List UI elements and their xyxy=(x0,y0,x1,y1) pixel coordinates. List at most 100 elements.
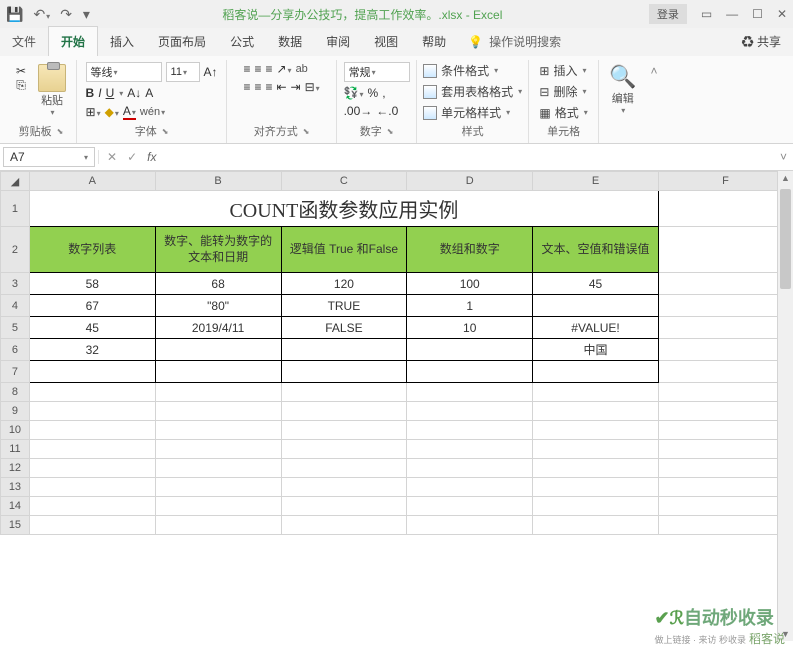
table-header[interactable]: 逻辑值 True 和False xyxy=(281,227,407,273)
row-header[interactable]: 4 xyxy=(1,295,30,317)
dialog-launcher-icon[interactable]: ⬊ xyxy=(162,127,169,136)
cell[interactable] xyxy=(533,402,659,421)
cell[interactable] xyxy=(658,191,792,227)
cell[interactable] xyxy=(155,497,281,516)
collapse-ribbon-icon[interactable]: ˄ xyxy=(647,60,662,82)
align-center-icon[interactable]: ≡ xyxy=(254,80,261,94)
cell[interactable] xyxy=(281,421,407,440)
sheet-title[interactable]: COUNT函数参数应用实例 xyxy=(29,191,658,227)
cell[interactable] xyxy=(658,516,792,535)
number-format-select[interactable]: 常规▾ xyxy=(344,62,410,82)
cell[interactable] xyxy=(155,402,281,421)
table-header[interactable]: 数字列表 xyxy=(29,227,155,273)
cell[interactable] xyxy=(533,361,659,383)
cell[interactable] xyxy=(29,383,155,402)
editing-button[interactable]: 🔍 编辑 ▾ xyxy=(605,62,640,117)
row-header[interactable]: 8 xyxy=(1,383,30,402)
dialog-launcher-icon[interactable]: ⬊ xyxy=(303,127,310,136)
cell[interactable]: 2019/4/11 xyxy=(155,317,281,339)
cell[interactable] xyxy=(407,402,533,421)
cell[interactable] xyxy=(407,383,533,402)
row-header[interactable]: 3 xyxy=(1,273,30,295)
cell[interactable] xyxy=(658,497,792,516)
font-name-select[interactable]: 等线▾ xyxy=(86,62,162,82)
table-header[interactable]: 文本、空值和错误值 xyxy=(533,227,659,273)
scroll-down-icon[interactable]: ▼ xyxy=(778,629,793,639)
cell[interactable] xyxy=(407,459,533,478)
row-header[interactable]: 13 xyxy=(1,478,30,497)
phonetic-button[interactable]: wén▾ xyxy=(140,106,165,118)
redo-icon[interactable]: ↷ xyxy=(60,6,72,23)
wrap-text-button[interactable]: ab xyxy=(296,63,308,75)
cell[interactable] xyxy=(533,478,659,497)
table-header[interactable]: 数组和数字 xyxy=(407,227,533,273)
row-header[interactable]: 9 xyxy=(1,402,30,421)
formula-bar[interactable]: ✕ ✓ fx xyxy=(98,150,774,164)
increase-font2-icon[interactable]: A xyxy=(145,86,153,100)
ribbon-options-icon[interactable]: ▭ xyxy=(701,7,712,21)
cell[interactable] xyxy=(281,383,407,402)
cell[interactable] xyxy=(658,459,792,478)
align-bottom-icon[interactable]: ≡ xyxy=(265,62,272,76)
merge-button[interactable]: ⊟▾ xyxy=(305,80,320,94)
qat-customize-icon[interactable]: ▾ xyxy=(83,6,90,23)
cancel-formula-icon[interactable]: ✕ xyxy=(107,150,117,164)
cell[interactable] xyxy=(658,402,792,421)
row-header[interactable]: 2 xyxy=(1,227,30,273)
cell[interactable] xyxy=(155,421,281,440)
row-header[interactable]: 14 xyxy=(1,497,30,516)
delete-cells-button[interactable]: ⊟删除▾ xyxy=(539,83,586,100)
cell[interactable] xyxy=(407,516,533,535)
cell[interactable] xyxy=(155,440,281,459)
cell[interactable]: 68 xyxy=(155,273,281,295)
tab-insert[interactable]: 插入 xyxy=(98,27,146,56)
cell[interactable]: #VALUE! xyxy=(533,317,659,339)
scroll-up-icon[interactable]: ▲ xyxy=(778,173,793,183)
name-box[interactable]: A7▾ xyxy=(3,147,95,167)
row-header[interactable]: 11 xyxy=(1,440,30,459)
paste-main[interactable]: 粘贴 ▾ xyxy=(34,62,70,119)
cell[interactable] xyxy=(155,516,281,535)
tab-formulas[interactable]: 公式 xyxy=(218,27,266,56)
cell[interactable] xyxy=(658,383,792,402)
cell[interactable]: 中国 xyxy=(533,339,659,361)
row-header[interactable]: 1 xyxy=(1,191,30,227)
cell[interactable] xyxy=(407,440,533,459)
increase-indent-icon[interactable]: ⇥ xyxy=(291,80,301,94)
cell[interactable] xyxy=(533,459,659,478)
italic-button[interactable]: I xyxy=(98,86,101,100)
row-header[interactable]: 15 xyxy=(1,516,30,535)
undo-icon[interactable]: ↶▾ xyxy=(33,6,50,23)
cell[interactable] xyxy=(658,421,792,440)
cell[interactable]: "80" xyxy=(155,295,281,317)
underline-button[interactable]: U xyxy=(106,86,115,100)
row-header[interactable]: 7 xyxy=(1,361,30,383)
cell[interactable] xyxy=(281,459,407,478)
fx-icon[interactable]: fx xyxy=(147,150,156,164)
insert-cells-button[interactable]: ⊞插入▾ xyxy=(539,62,586,79)
tab-data[interactable]: 数据 xyxy=(266,27,314,56)
decrease-font-icon[interactable]: A↓ xyxy=(127,86,141,100)
cell[interactable] xyxy=(29,361,155,383)
cell[interactable] xyxy=(658,273,792,295)
copy-icon[interactable]: ⎘ xyxy=(16,78,26,93)
col-header[interactable]: C xyxy=(281,172,407,191)
cell[interactable]: 58 xyxy=(29,273,155,295)
cell[interactable] xyxy=(155,459,281,478)
cell[interactable] xyxy=(407,497,533,516)
fill-color-icon[interactable]: ◆▾ xyxy=(105,105,119,119)
tab-view[interactable]: 视图 xyxy=(362,27,410,56)
cell[interactable] xyxy=(533,497,659,516)
row-header[interactable]: 6 xyxy=(1,339,30,361)
align-right-icon[interactable]: ≡ xyxy=(265,80,272,94)
cell[interactable] xyxy=(155,383,281,402)
scrollbar-thumb[interactable] xyxy=(780,189,791,289)
align-left-icon[interactable]: ≡ xyxy=(243,80,250,94)
accounting-icon[interactable]: 💱▾ xyxy=(344,86,364,100)
login-button[interactable]: 登录 xyxy=(649,4,687,24)
cell[interactable] xyxy=(281,497,407,516)
save-icon[interactable]: 💾 xyxy=(6,6,23,23)
tab-file[interactable]: 文件 xyxy=(0,27,48,56)
minimize-icon[interactable]: — xyxy=(726,7,738,21)
cell[interactable] xyxy=(281,440,407,459)
